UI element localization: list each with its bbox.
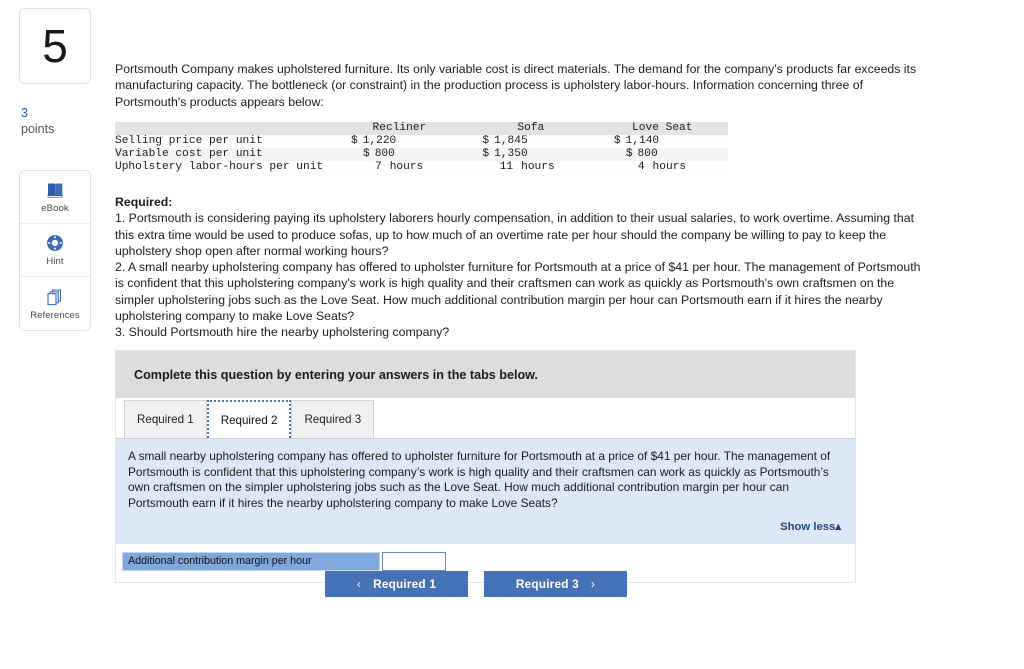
requirement-info-text: A small nearby upholstering company has …: [128, 449, 831, 510]
hint-button[interactable]: Hint: [20, 224, 90, 277]
requirement-info-panel: A small nearby upholstering company has …: [116, 439, 855, 544]
question-left-rail: 5 3 points eBook Hint References: [0, 0, 110, 669]
cell-variable-cost-sofa: $1,350: [482, 148, 528, 160]
required-heading: Required:: [115, 195, 173, 209]
table-col-recliner: Recliner: [372, 122, 427, 134]
table-row: Variable cost per unit $800 $1,350 $800: [115, 148, 728, 161]
complete-question-text: Complete this question by entering your …: [134, 367, 538, 382]
tab-required-2[interactable]: Required 2: [206, 400, 292, 438]
hint-label: Hint: [46, 256, 64, 267]
tab-required-1-label: Required 1: [137, 413, 194, 426]
answer-label: Additional contribution margin per hour: [122, 551, 380, 571]
ebook-label: eBook: [41, 203, 69, 214]
table-col-loveseat: Love Seat: [632, 122, 693, 134]
tool-panel: eBook Hint References: [19, 170, 91, 331]
stacked-pages-icon: [45, 287, 65, 307]
question-main-content: Portsmouth Company makes upholstered fur…: [110, 0, 1024, 669]
complete-question-bar: Complete this question by entering your …: [116, 351, 855, 398]
ebook-button[interactable]: eBook: [20, 171, 90, 224]
required-item-3: 3. Should Portsmouth hire the nearby uph…: [115, 325, 450, 340]
cell-variable-cost-recliner: $800: [362, 148, 395, 160]
cell-variable-cost-loveseat: $800: [625, 148, 658, 160]
tab-required-3[interactable]: Required 3: [291, 400, 375, 438]
table-col-sofa: Sofa: [517, 122, 545, 134]
table-col-blank: [115, 122, 334, 135]
requirement-tabs: Required 1 Required 2 Required 3: [116, 398, 855, 438]
tab-required-1[interactable]: Required 1: [124, 400, 207, 438]
answer-card: Complete this question by entering your …: [115, 350, 856, 583]
tab-navigation: ‹ Required 1 Required 3 ›: [325, 571, 855, 597]
row-label-selling-price: Selling price per unit: [115, 135, 263, 147]
cell-hours-recliner: 7 hours: [374, 161, 424, 173]
chevron-left-icon: ‹: [356, 577, 362, 591]
next-requirement-button[interactable]: Required 3 ›: [484, 571, 627, 597]
show-less-toggle[interactable]: Show less▴: [128, 520, 841, 536]
references-button[interactable]: References: [20, 277, 90, 330]
cell-selling-price-loveseat: $1,140: [613, 135, 660, 147]
question-number-box: 5: [19, 8, 91, 84]
product-data-table-wrapper: Recliner Sofa Love Seat Selling price pe…: [115, 122, 735, 174]
table-header: Recliner Sofa Love Seat: [115, 122, 728, 135]
required-item-2: 2. A small nearby upholstering company h…: [115, 260, 921, 324]
next-requirement-label: Required 3: [515, 577, 579, 591]
points-value: 3: [21, 106, 28, 120]
intro-paragraph: Portsmouth Company makes upholstered fur…: [115, 62, 917, 109]
table-row: Upholstery labor-hours per unit 7 hours 1…: [115, 161, 728, 174]
question-number: 5: [42, 20, 68, 72]
tab-required-3-label: Required 3: [304, 413, 362, 426]
row-label-upholstery-hours: Upholstery labor-hours per unit: [115, 161, 324, 173]
points-label: points: [21, 122, 55, 136]
references-label: References: [30, 309, 80, 321]
required-item-1: 1. Portsmouth is considering paying its …: [115, 211, 915, 258]
chevron-right-icon: ›: [590, 577, 596, 591]
previous-requirement-button[interactable]: ‹ Required 1: [325, 571, 468, 597]
answer-input[interactable]: [382, 551, 446, 571]
book-icon: [45, 180, 65, 200]
required-block: Required: 1. Portsmouth is considering p…: [115, 194, 927, 341]
cell-selling-price-sofa: $1,845: [482, 135, 528, 147]
life-ring-icon: [45, 233, 65, 253]
tab-required-2-label: Required 2: [220, 413, 278, 427]
cell-hours-sofa: 11 hours: [499, 161, 555, 173]
row-label-variable-cost: Variable cost per unit: [115, 148, 263, 160]
table-row: Selling price per unit $1,220 $1,845 $1,…: [115, 135, 728, 148]
product-data-table: Recliner Sofa Love Seat Selling price pe…: [115, 122, 728, 174]
cell-hours-loveseat: 4 hours: [637, 161, 687, 173]
cell-selling-price-recliner: $1,220: [350, 135, 397, 147]
previous-requirement-label: Required 1: [373, 577, 437, 591]
points-block: 3 points: [21, 106, 101, 137]
